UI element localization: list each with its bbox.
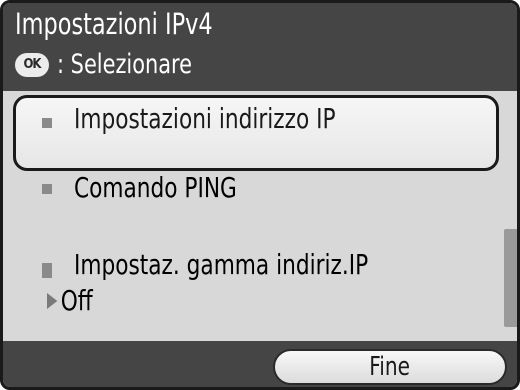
select-hint-text: : Selezionare xyxy=(57,49,192,80)
bullet-icon xyxy=(42,263,52,273)
device-screen: Impostazioni IPv4 OK : Selezionare Impos… xyxy=(0,0,520,390)
menu-item-label: Impostaz. gamma indiriz.IP xyxy=(74,248,369,281)
page-title: Impostazioni IPv4 xyxy=(15,7,213,41)
done-button[interactable]: Fine xyxy=(273,349,507,385)
bullet-icon xyxy=(42,118,52,128)
menu-item-value: Off xyxy=(47,284,93,317)
menu-item-ip-address-settings[interactable]: Impostazioni indirizzo IP xyxy=(13,95,499,171)
select-hint: OK : Selezionare xyxy=(15,49,214,80)
screen-header: Impostazioni IPv4 OK : Selezionare xyxy=(3,3,517,91)
arrow-right-icon xyxy=(47,292,58,309)
menu-item-label: Impostazioni indirizzo IP xyxy=(74,102,336,135)
screen-footer: Fine xyxy=(3,341,517,387)
menu-item-value-text: Off xyxy=(60,284,93,317)
done-button-label: Fine xyxy=(369,352,411,382)
scrollbar-thumb[interactable] xyxy=(504,229,517,327)
settings-menu: Impostazioni indirizzo IP Comando PING I… xyxy=(3,91,501,341)
bullet-icon xyxy=(42,184,52,194)
menu-item-label: Comando PING xyxy=(74,171,237,204)
ok-key-icon: OK xyxy=(15,52,49,77)
